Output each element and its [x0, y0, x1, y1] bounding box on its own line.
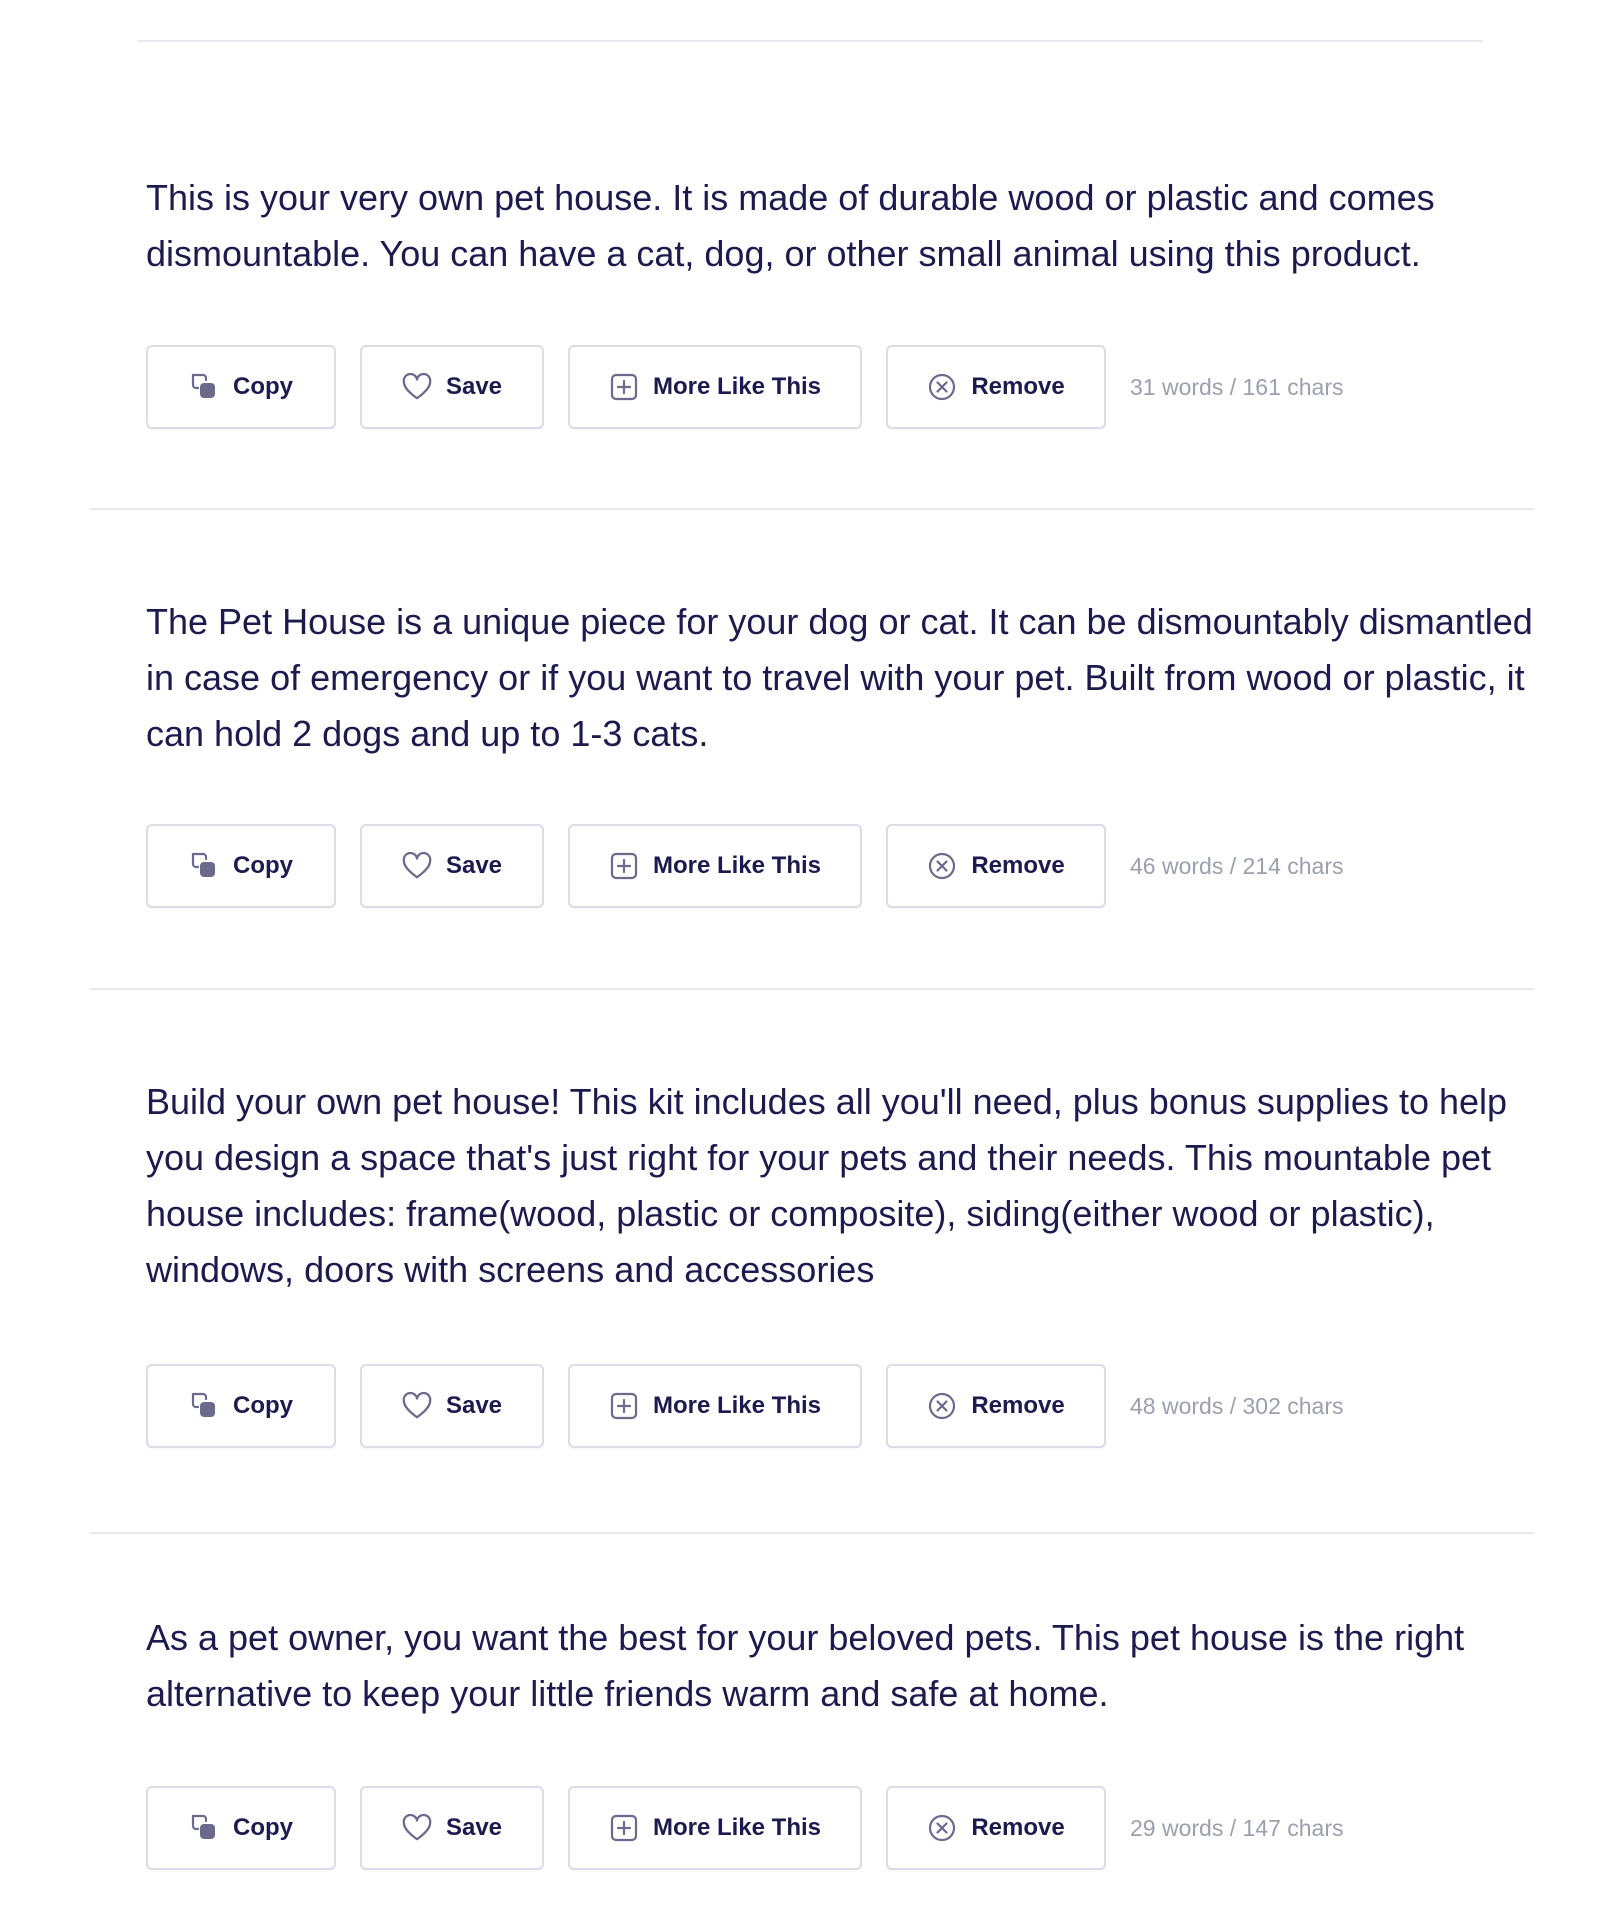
save-label: Save — [445, 1814, 503, 1841]
plus-square-icon — [609, 1391, 639, 1421]
result-text: The Pet House is a unique piece for your… — [146, 601, 1533, 754]
heart-icon — [402, 1813, 432, 1843]
save-button[interactable]: Save — [360, 345, 544, 429]
plus-square-icon — [609, 372, 639, 402]
plus-square-icon — [609, 1813, 639, 1843]
save-label: Save — [445, 373, 503, 400]
remove-label: Remove — [971, 373, 1065, 400]
remove-label: Remove — [971, 852, 1065, 879]
copy-label: Copy — [233, 373, 293, 400]
remove-button[interactable]: Remove — [886, 1786, 1106, 1870]
save-button[interactable]: Save — [360, 824, 544, 908]
copy-icon — [189, 1813, 219, 1843]
heart-icon — [402, 851, 432, 881]
result-actions: Copy Save More Like This Remove 29 words… — [146, 1786, 1344, 1870]
save-label: Save — [445, 1392, 503, 1419]
copy-icon — [189, 1391, 219, 1421]
x-circle-icon — [927, 1813, 957, 1843]
result-card: Build your own pet house! This kit inclu… — [90, 1074, 1534, 1534]
save-label: Save — [445, 852, 503, 879]
result-actions: Copy Save More Like This Remove 31 words… — [146, 345, 1344, 429]
word-char-count: 46 words / 214 chars — [1130, 852, 1344, 879]
more-like-this-label: More Like This — [652, 852, 822, 879]
remove-button[interactable]: Remove — [886, 345, 1106, 429]
word-char-count: 48 words / 302 chars — [1130, 1392, 1344, 1419]
x-circle-icon — [927, 851, 957, 881]
result-actions: Copy Save More Like This Remove 46 words… — [146, 824, 1344, 908]
save-button[interactable]: Save — [360, 1786, 544, 1870]
copy-button[interactable]: Copy — [146, 824, 336, 908]
more-like-this-label: More Like This — [652, 1392, 822, 1419]
x-circle-icon — [927, 1391, 957, 1421]
more-like-this-label: More Like This — [652, 373, 822, 400]
more-like-this-label: More Like This — [652, 1814, 822, 1841]
plus-square-icon — [609, 851, 639, 881]
result-card: This is your very own pet house. It is m… — [90, 170, 1534, 510]
remove-label: Remove — [971, 1392, 1065, 1419]
copy-label: Copy — [233, 852, 293, 879]
copy-button[interactable]: Copy — [146, 1364, 336, 1448]
save-button[interactable]: Save — [360, 1364, 544, 1448]
more-like-this-button[interactable]: More Like This — [568, 1786, 862, 1870]
copy-icon — [189, 851, 219, 881]
copy-button[interactable]: Copy — [146, 1786, 336, 1870]
copy-label: Copy — [233, 1814, 293, 1841]
word-char-count: 29 words / 147 chars — [1130, 1814, 1344, 1841]
copy-label: Copy — [233, 1392, 293, 1419]
more-like-this-button[interactable]: More Like This — [568, 345, 862, 429]
result-text: This is your very own pet house. It is m… — [146, 177, 1435, 274]
copy-icon — [189, 372, 219, 402]
result-text: Build your own pet house! This kit inclu… — [146, 1081, 1508, 1290]
remove-label: Remove — [971, 1814, 1065, 1841]
copy-button[interactable]: Copy — [146, 345, 336, 429]
result-actions: Copy Save More Like This Remove 48 words… — [146, 1364, 1344, 1448]
remove-button[interactable]: Remove — [886, 1364, 1106, 1448]
result-text: As a pet owner, you want the best for yo… — [146, 1617, 1465, 1714]
more-like-this-button[interactable]: More Like This — [568, 824, 862, 908]
heart-icon — [402, 372, 432, 402]
more-like-this-button[interactable]: More Like This — [568, 1364, 862, 1448]
top-divider — [137, 40, 1483, 42]
remove-button[interactable]: Remove — [886, 824, 1106, 908]
x-circle-icon — [927, 372, 957, 402]
result-card: As a pet owner, you want the best for yo… — [90, 1610, 1534, 1900]
word-char-count: 31 words / 161 chars — [1130, 373, 1344, 400]
result-card: The Pet House is a unique piece for your… — [90, 594, 1534, 990]
heart-icon — [402, 1391, 432, 1421]
